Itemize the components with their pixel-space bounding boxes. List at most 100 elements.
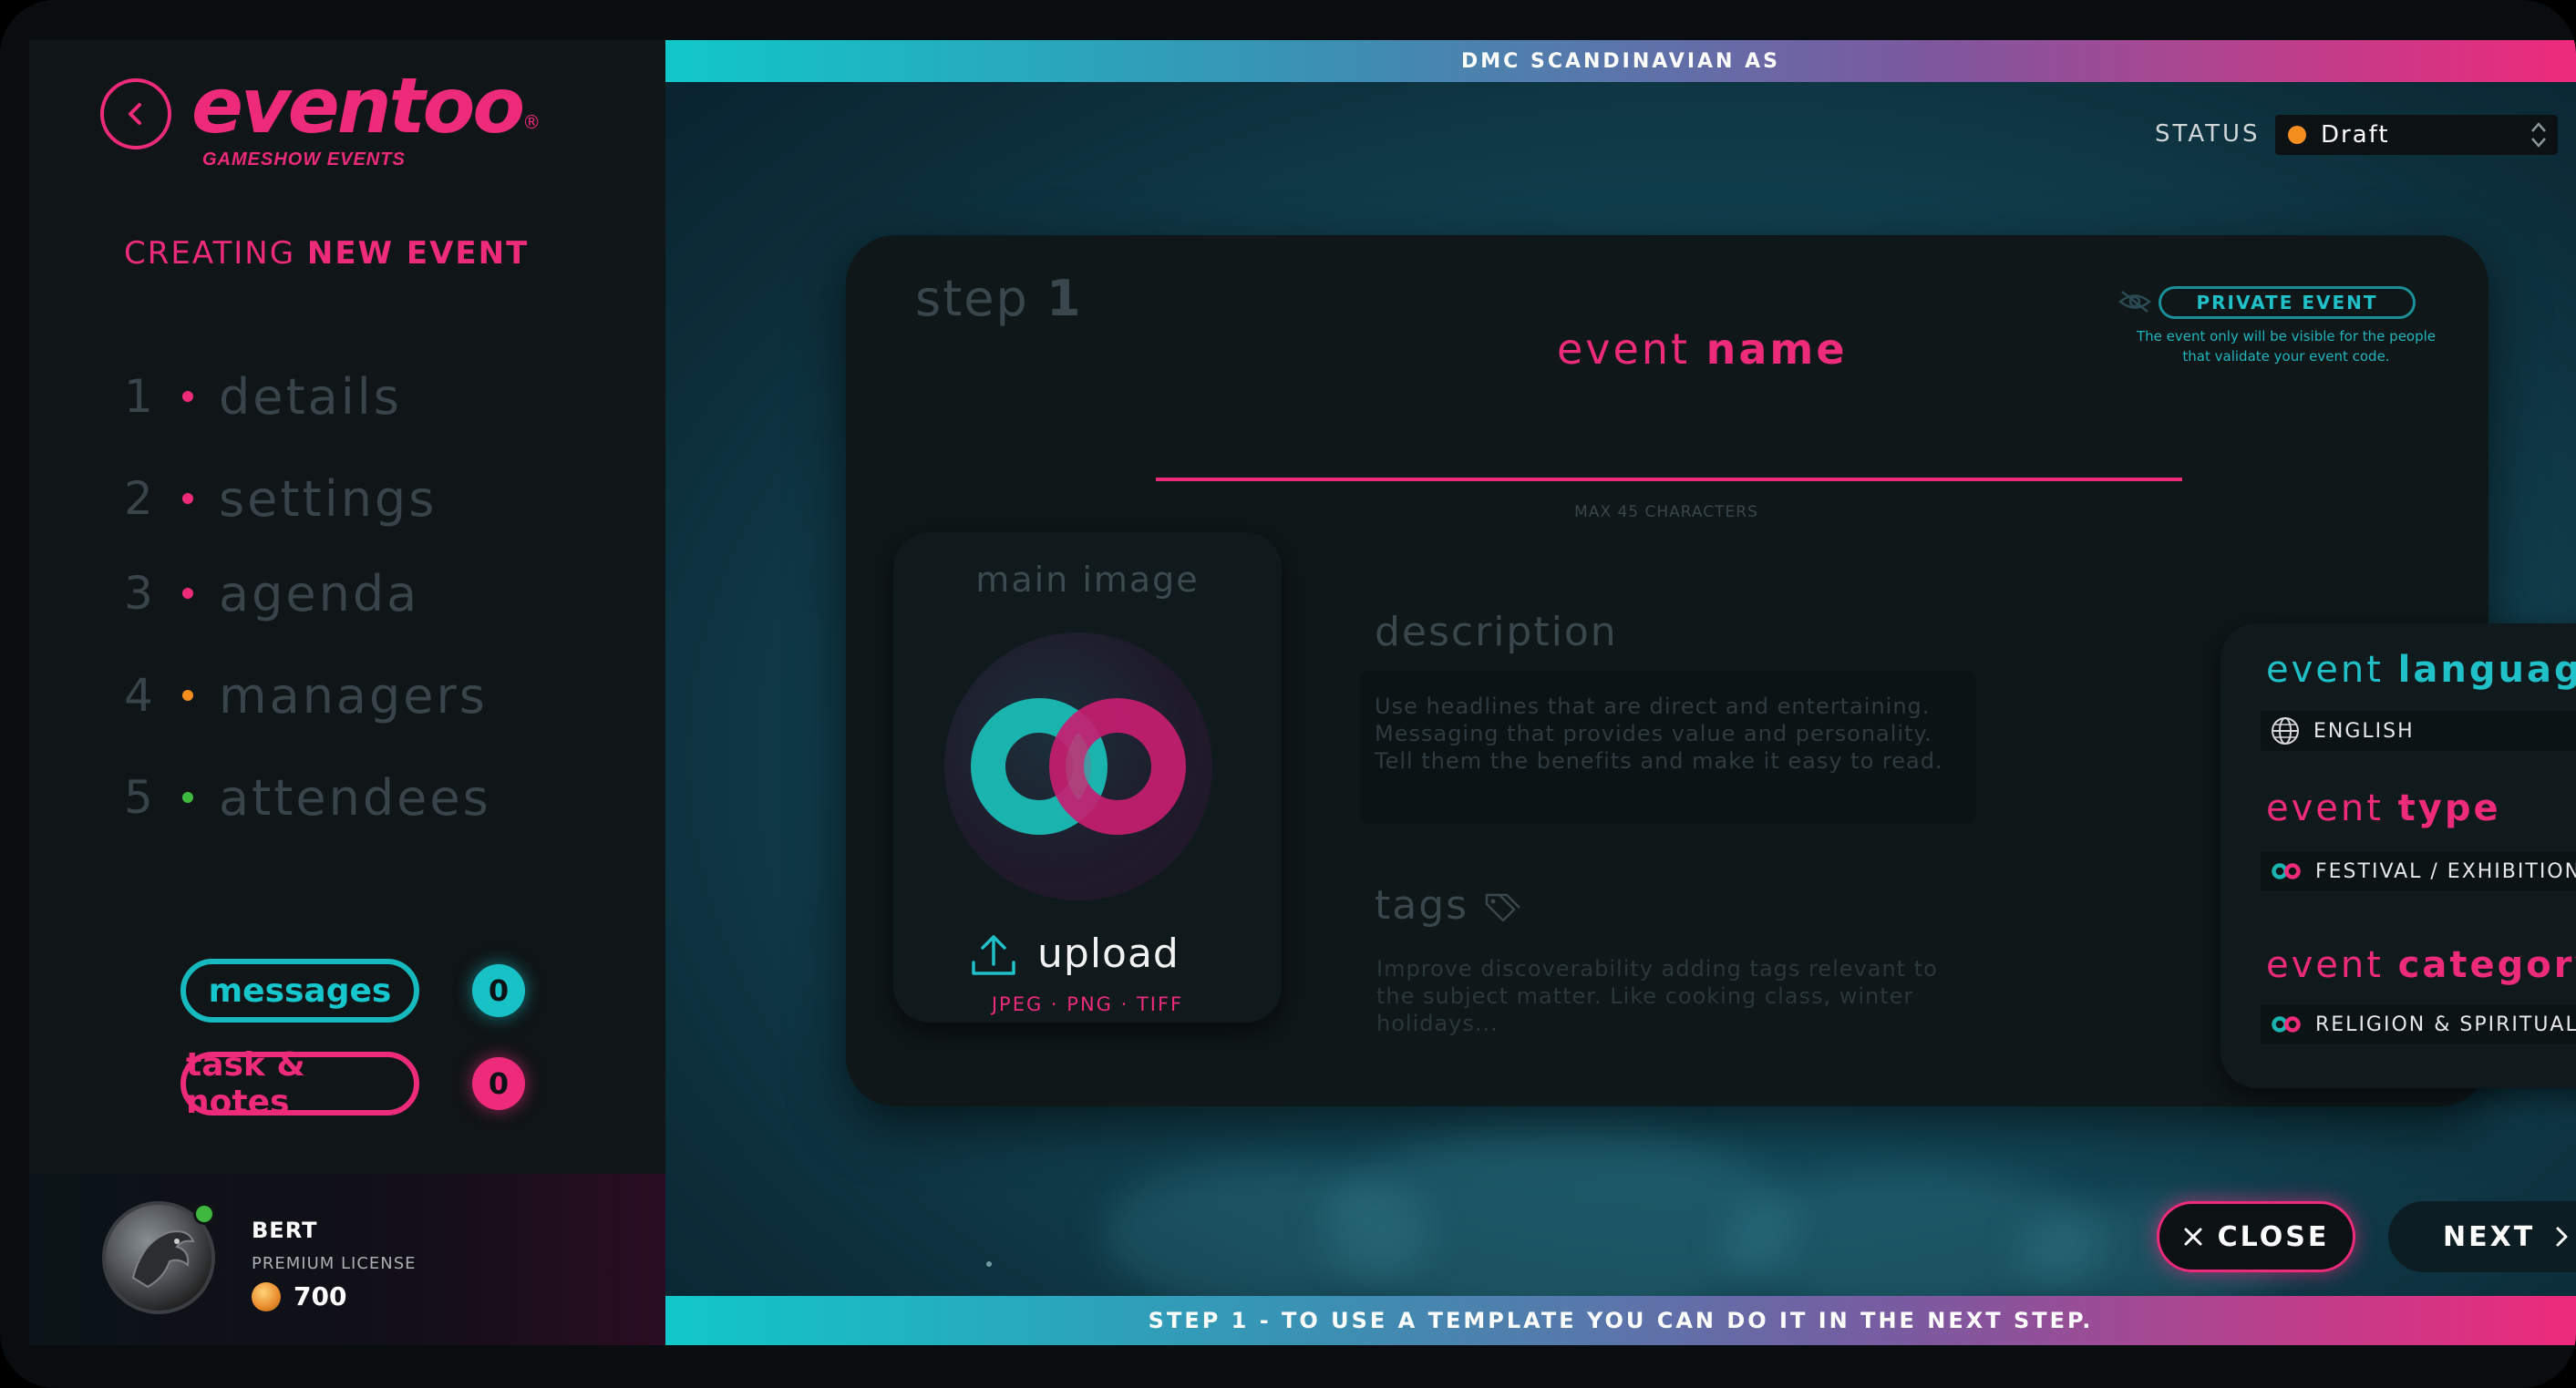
decorative-dot <box>986 1261 992 1267</box>
infinity-icon <box>2272 863 2301 879</box>
username: BERT <box>252 1218 318 1243</box>
license-label: PREMIUM LICENSE <box>252 1254 417 1273</box>
status-value: Draft <box>2321 121 2390 149</box>
updown-chevron-icon <box>2531 122 2546 148</box>
main-area: DMC SCANDINAVIAN AS STATUS Draft step 1 … <box>665 40 2576 1345</box>
tags-title-label: tags <box>1375 882 1469 929</box>
company-banner: DMC SCANDINAVIAN AS <box>665 40 2576 82</box>
private-event-note: The event only will be visible for the p… <box>2136 328 2437 365</box>
description-title: description <box>1375 609 1618 655</box>
tasks-notes-button[interactable]: task & notes <box>180 1046 419 1121</box>
tags-input[interactable]: Improve discoverability adding tags rele… <box>1376 955 1951 1037</box>
next-label: NEXT <box>2443 1220 2536 1253</box>
coin-balance: 700 <box>252 1281 346 1311</box>
event-type-thin: event <box>2266 787 2384 829</box>
step-number: 1 <box>1046 270 1083 327</box>
step-status-dot <box>182 588 193 599</box>
status-select[interactable]: Draft <box>2275 115 2558 155</box>
step-label: settings <box>219 469 438 528</box>
language-value: ENGLISH <box>2313 719 2415 743</box>
event-type-value: FESTIVAL / EXHIBITION <box>2315 859 2576 883</box>
event-name-bold: name <box>1705 324 1848 374</box>
back-button[interactable] <box>100 78 171 149</box>
sidebar-step-settings[interactable]: 2 settings <box>124 467 437 530</box>
tags-title: tags <box>1375 882 1523 929</box>
step-prefix: step <box>915 270 1029 327</box>
online-status-dot <box>193 1203 215 1225</box>
main-image-panel: main image upload JPEG · PNG · TIFF <box>893 532 1282 1023</box>
sidebar-step-attendees[interactable]: 5 attendees <box>124 766 491 829</box>
event-name-thin: event <box>1557 324 1691 374</box>
event-language-heading: event language <box>2266 649 2576 691</box>
event-type-select[interactable]: FESTIVAL / EXHIBITION <box>2261 851 2576 891</box>
sidebar-heading: CREATING NEW EVENT <box>124 235 529 272</box>
infinity-logo-icon <box>971 698 1186 835</box>
chevron-right-icon <box>2556 1227 2568 1247</box>
event-category-select[interactable]: RELIGION & SPIRITUALITY <box>2261 1004 2576 1044</box>
close-button[interactable]: CLOSE <box>2157 1201 2355 1272</box>
globe-icon <box>2272 717 2299 745</box>
next-button[interactable]: NEXT <box>2388 1201 2576 1272</box>
upload-icon <box>972 935 1015 975</box>
description-textarea[interactable]: Use headlines that are direct and entert… <box>1360 671 1976 824</box>
close-label: CLOSE <box>2217 1220 2330 1253</box>
step-label: details <box>219 367 402 426</box>
sidebar-step-managers[interactable]: 4 managers <box>124 663 488 727</box>
background-cloud <box>1322 1125 1796 1325</box>
eye-icon[interactable] <box>2117 288 2153 315</box>
event-type-bold: type <box>2397 787 2501 829</box>
messages-count-badge: 0 <box>472 964 525 1017</box>
tasks-count-badge: 0 <box>472 1057 525 1110</box>
step-label: agenda <box>219 564 420 622</box>
event-name-input[interactable] <box>1156 478 2182 481</box>
upload-label: upload <box>1037 930 1180 977</box>
main-image-title: main image <box>975 560 1200 600</box>
event-category-heading: event category <box>2266 944 2576 986</box>
step-status-dot <box>182 792 193 803</box>
status-dot <box>2288 126 2306 144</box>
coin-icon <box>252 1281 281 1311</box>
step-number: 5 <box>124 771 153 824</box>
step-status-dot <box>182 493 193 504</box>
language-select[interactable]: ENGLISH <box>2261 711 2576 751</box>
step-status-dot <box>182 391 193 402</box>
event-language-bold: language <box>2397 649 2576 691</box>
step-number: 1 <box>124 370 153 423</box>
sidebar-heading-thin: CREATING <box>124 235 296 272</box>
step-status-dot <box>182 690 193 701</box>
logo-registered: ® <box>522 111 541 133</box>
logo-subtitle: GAMESHOW EVENTS <box>202 149 406 170</box>
infinity-icon <box>2272 1016 2301 1033</box>
logo-wordmark: eventoo <box>191 61 525 150</box>
event-type-heading: event type <box>2266 787 2501 829</box>
messages-button[interactable]: messages <box>180 959 419 1023</box>
event-language-thin: event <box>2266 649 2384 691</box>
step-number: 3 <box>124 567 153 620</box>
sidebar-step-details[interactable]: 1 details <box>124 365 402 428</box>
tag-icon <box>1485 893 1520 921</box>
step-title: step 1 <box>915 270 1083 327</box>
image-placeholder[interactable] <box>944 632 1212 900</box>
event-category-bold: category <box>2397 944 2576 986</box>
private-event-toggle[interactable]: PRIVATE EVENT <box>2159 286 2416 319</box>
logo: eventoo® GAMESHOW EVENTS <box>191 60 541 170</box>
user-panel: BERT PREMIUM LICENSE 700 <box>29 1174 665 1345</box>
step-label: managers <box>219 666 488 725</box>
sidebar-step-agenda[interactable]: 3 agenda <box>124 561 419 625</box>
sidebar-heading-bold: NEW EVENT <box>306 235 530 272</box>
footer-hint: STEP 1 - TO USE A TEMPLATE YOU CAN DO IT… <box>665 1296 2576 1345</box>
upload-formats: JPEG · PNG · TIFF <box>991 993 1184 1015</box>
sidebar: eventoo® GAMESHOW EVENTS CREATING NEW EV… <box>29 40 665 1345</box>
event-settings-panel: event language ENGLISH <box>2221 623 2576 1088</box>
event-name-label: event name <box>1557 324 1848 374</box>
step-label: attendees <box>219 768 491 827</box>
status-label: STATUS <box>2155 120 2261 148</box>
step-number: 4 <box>124 669 153 722</box>
chevron-left-icon <box>129 103 141 125</box>
upload-button[interactable]: upload <box>970 930 1180 977</box>
app-frame: eventoo® GAMESHOW EVENTS CREATING NEW EV… <box>0 0 2576 1388</box>
event-category-thin: event <box>2266 944 2384 986</box>
coin-value: 700 <box>294 1281 347 1311</box>
step-number: 2 <box>124 472 153 525</box>
max-characters-hint: MAX 45 CHARACTERS <box>1574 503 1758 521</box>
